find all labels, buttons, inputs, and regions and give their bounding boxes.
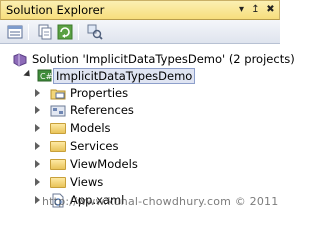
panel-title: Solution Explorer	[6, 3, 105, 17]
solution-label: Solution 'ImplicitDataTypesDemo' (2 proj…	[32, 52, 295, 66]
panel-toolbar	[0, 20, 280, 44]
tree-item-label: Views	[70, 175, 104, 189]
tree-item-services[interactable]: Services	[0, 138, 280, 155]
tree-item-views[interactable]: Views	[0, 174, 280, 191]
folder-icon	[50, 177, 66, 188]
project-label: ImplicitDataTypesDemo	[53, 68, 196, 84]
expand-arrow-icon[interactable]	[35, 178, 40, 186]
tree-item-label: Models	[70, 121, 111, 135]
expand-arrow-icon[interactable]	[35, 89, 40, 97]
tree-item-label: References	[70, 103, 134, 117]
csharp-project-icon: C#	[37, 68, 53, 83]
tree-item-models[interactable]: Models	[0, 120, 280, 137]
solution-icon	[12, 52, 28, 67]
properties-folder-icon	[50, 86, 66, 101]
svg-text:C#: C#	[40, 72, 53, 81]
tree-item-solution[interactable]: Solution 'ImplicitDataTypesDemo' (2 proj…	[0, 51, 295, 68]
refresh-icon	[57, 24, 73, 40]
tree-item-label: Properties	[70, 86, 129, 100]
collapse-arrow-icon[interactable]	[23, 69, 33, 80]
solution-tree: Solution 'ImplicitDataTypesDemo' (2 proj…	[0, 44, 295, 211]
tree-item-properties[interactable]: Properties	[0, 85, 280, 102]
folder-icon	[50, 123, 66, 134]
tree-item-label: Services	[70, 139, 119, 153]
class-view-button[interactable]	[86, 23, 104, 41]
expand-arrow-icon[interactable]	[35, 160, 40, 168]
properties-icon	[7, 25, 23, 39]
dropdown-icon[interactable]: ▾	[235, 3, 248, 17]
tree-item-project[interactable]: C# ImplicitDataTypesDemo	[0, 67, 280, 84]
folder-icon	[50, 141, 66, 152]
references-icon	[50, 103, 66, 118]
refresh-button[interactable]	[56, 23, 74, 41]
toolbar-separator	[28, 24, 29, 40]
close-icon[interactable]: ✖	[264, 3, 277, 17]
expand-arrow-icon[interactable]	[35, 106, 40, 114]
class-view-icon	[87, 24, 103, 40]
properties-button[interactable]	[6, 23, 24, 41]
expand-arrow-icon[interactable]	[35, 142, 40, 150]
tree-item-label: ViewModels	[70, 157, 138, 171]
toolbar-separator	[78, 24, 79, 40]
expand-arrow-icon[interactable]	[35, 196, 40, 204]
folder-icon	[50, 159, 66, 170]
tree-item-references[interactable]: References	[0, 102, 280, 119]
panel-title-bar: Solution Explorer ▾ ↥ ✖	[0, 0, 280, 20]
expand-arrow-icon[interactable]	[35, 124, 40, 132]
tree-item-viewmodels[interactable]: ViewModels	[0, 156, 280, 173]
show-all-files-button[interactable]	[36, 23, 54, 41]
show-all-files-icon	[38, 24, 52, 40]
watermark-text: http://www.kunal-chowdhury.com © 2011	[42, 195, 279, 208]
pin-icon[interactable]: ↥	[249, 3, 262, 17]
